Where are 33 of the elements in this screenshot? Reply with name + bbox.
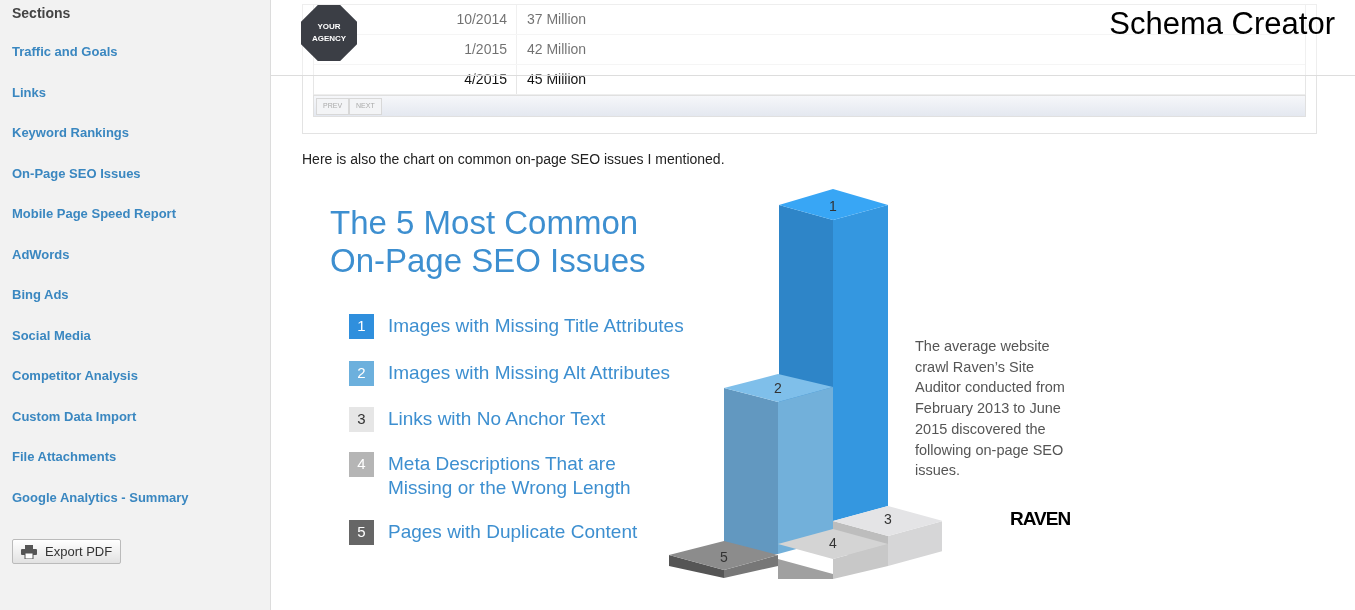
sidebar-link[interactable]: Custom Data Import [12, 407, 137, 448]
sidebar-link[interactable]: Keyword Rankings [12, 124, 130, 165]
sidebar-link[interactable]: File Attachments [12, 448, 117, 489]
sidebar-link[interactable]: Social Media [12, 326, 91, 367]
issue-text: Images with Missing Alt Attributes [388, 361, 670, 385]
number-square: 3 [349, 407, 374, 432]
agency-logo: YOUR AGENCY [301, 5, 357, 61]
sidebar-link[interactable]: Traffic and Goals [12, 43, 118, 84]
issue-text: Meta Descriptions That are Missing or the Wrong Length [388, 452, 631, 500]
raven-logo: RAVEN [1010, 509, 1071, 529]
sidebar-link[interactable]: Links [12, 83, 46, 124]
intro-text: Here is also the chart on common on-page SEO issues I mentioned. [302, 150, 726, 169]
sidebar-title: Sections [12, 4, 72, 23]
number-square: 5 [349, 520, 374, 545]
export-pdf-button[interactable]: Export PDF [12, 539, 122, 564]
issue-text: Pages with Duplicate Content [388, 520, 638, 544]
sidebar-link[interactable]: Google Analytics - Summary [12, 488, 189, 529]
sidebar-link[interactable]: Bing Ads [12, 286, 69, 327]
infographic-title: The 5 Most Common On-Page SEO Issues [330, 204, 646, 280]
app-title: Schema Creator [1109, 5, 1335, 43]
issue-text: Links with No Anchor Text [388, 407, 606, 431]
number-square: 2 [349, 361, 374, 386]
chart-caption: The average website crawl Raven’s Site Auditor conducted from February 2013 to June 2015 discovered the following on-page SEO issues. [915, 337, 1066, 481]
printer-icon [21, 544, 37, 559]
sidebar-link[interactable]: Mobile Page Speed Report [12, 205, 176, 246]
number-square: 4 [349, 452, 374, 477]
sidebar-link[interactable]: Competitor Analysis [12, 367, 138, 408]
sidebar-link[interactable]: On-Page SEO Issues [12, 164, 141, 205]
issue-text: Images with Missing Title Attributes [388, 314, 684, 338]
table-cell-text: 42 Million [526, 40, 587, 59]
table-cell-text: 37 Million [526, 10, 587, 29]
sidebar-link[interactable]: AdWords [12, 245, 70, 286]
number-square: 1 [349, 314, 374, 339]
